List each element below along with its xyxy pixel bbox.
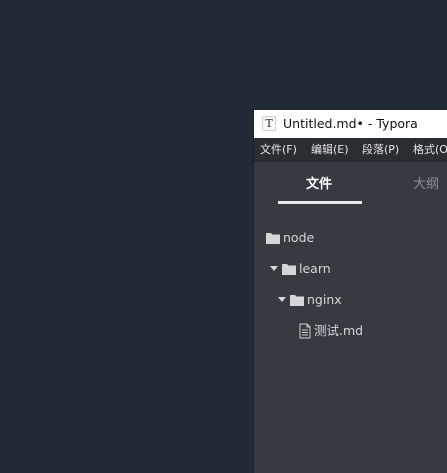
tree-item-label: node — [283, 230, 315, 245]
menu-bar: 文件(F) 编辑(E) 段落(P) 格式(O) — [254, 138, 447, 162]
tree-item-label: nginx — [307, 292, 342, 307]
window-title: Untitled.md• - Typora — [283, 116, 418, 131]
folder-icon — [266, 233, 280, 244]
caret-down-icon[interactable] — [269, 259, 279, 279]
tree-item-nginx[interactable]: nginx — [254, 290, 447, 310]
title-bar[interactable]: T Untitled.md• - Typora — [254, 110, 447, 138]
active-tab-indicator — [278, 201, 362, 204]
tab-files[interactable]: 文件 — [306, 176, 332, 194]
tree-item-label: 测试.md — [314, 323, 364, 338]
tab-outline[interactable]: 大纲 — [413, 176, 439, 194]
tree-item-learn[interactable]: learn — [254, 259, 447, 279]
folder-icon — [290, 295, 304, 306]
tree-item-node[interactable]: node — [254, 228, 447, 248]
caret-down-icon[interactable] — [277, 290, 287, 310]
menu-paragraph[interactable]: 段落(P) — [362, 143, 399, 157]
typora-app-icon: T — [262, 116, 276, 131]
sidebar: 文件 大纲 node learn nginx 测试.md — [254, 162, 447, 473]
menu-edit[interactable]: 编辑(E) — [311, 143, 349, 157]
tree-item-file[interactable]: 测试.md — [254, 321, 447, 341]
menu-file[interactable]: 文件(F) — [260, 143, 297, 157]
desktop-background: T Untitled.md• - Typora 文件(F) 编辑(E) 段落(P… — [0, 0, 447, 473]
file-icon — [299, 323, 311, 339]
tree-item-label: learn — [299, 261, 331, 276]
menu-format[interactable]: 格式(O) — [413, 143, 447, 157]
folder-icon — [282, 264, 296, 275]
typora-window: T Untitled.md• - Typora 文件(F) 编辑(E) 段落(P… — [254, 110, 447, 473]
